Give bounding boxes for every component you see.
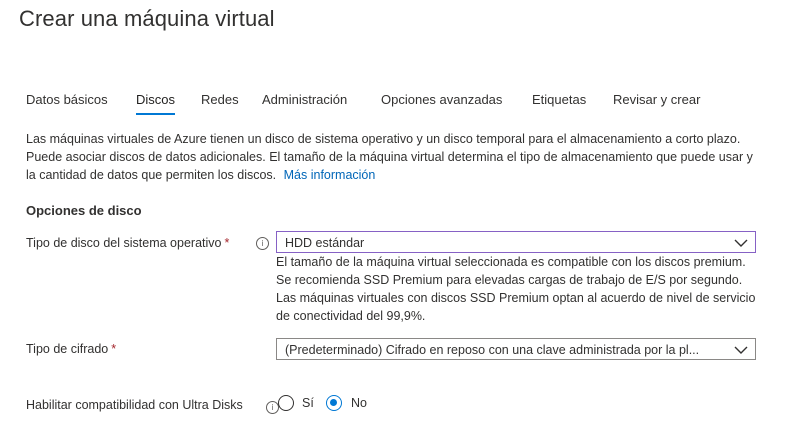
tab-datos-basicos[interactable]: Datos básicos: [26, 92, 108, 107]
os-disk-type-select[interactable]: HDD estándar: [276, 231, 756, 253]
page-title: Crear una máquina virtual: [19, 6, 275, 31]
tab-opciones-avanzadas[interactable]: Opciones avanzadas: [381, 92, 502, 107]
required-marker: *: [111, 342, 117, 356]
tab-administracion[interactable]: Administración: [262, 92, 347, 107]
os-disk-type-value: HDD estándar: [285, 236, 365, 250]
disk-options-heading: Opciones de disco: [26, 203, 142, 218]
chevron-down-icon: [734, 239, 748, 247]
tab-revisar-y-crear[interactable]: Revisar y crear: [613, 92, 700, 107]
learn-more-link[interactable]: Más información: [284, 168, 376, 182]
encryption-type-select[interactable]: (Predeterminado) Cifrado en reposo con u…: [276, 338, 756, 360]
tab-redes[interactable]: Redes: [201, 92, 239, 107]
os-disk-type-help: El tamaño de la máquina virtual seleccio…: [276, 255, 756, 323]
ultra-disks-label: Habilitar compatibilidad con Ultra Disks: [26, 398, 243, 412]
required-marker: *: [224, 236, 230, 250]
encryption-type-value: (Predeterminado) Cifrado en reposo con u…: [285, 343, 700, 357]
os-disk-type-label: Tipo de disco del sistema operativo *: [26, 236, 229, 250]
ultra-disks-no-label: No: [351, 396, 367, 410]
tab-etiquetas[interactable]: Etiquetas: [532, 92, 586, 107]
tab-discos[interactable]: Discos: [136, 92, 176, 115]
encryption-type-label: Tipo de cifrado *: [26, 342, 116, 356]
os-disk-type-label-text: Tipo de disco del sistema operativo: [26, 236, 222, 250]
description-text: Las máquinas virtuales de Azure tienen u…: [26, 132, 753, 182]
ultra-disks-no-radio[interactable]: [326, 395, 342, 411]
info-icon[interactable]: i: [256, 237, 269, 250]
ultra-disks-yes-radio[interactable]: [278, 395, 294, 411]
ultra-disks-yes-label: Sí: [302, 396, 314, 410]
encryption-type-label-text: Tipo de cifrado: [26, 342, 109, 356]
disks-description: Las máquinas virtuales de Azure tienen u…: [26, 130, 766, 184]
chevron-down-icon: [734, 346, 748, 354]
